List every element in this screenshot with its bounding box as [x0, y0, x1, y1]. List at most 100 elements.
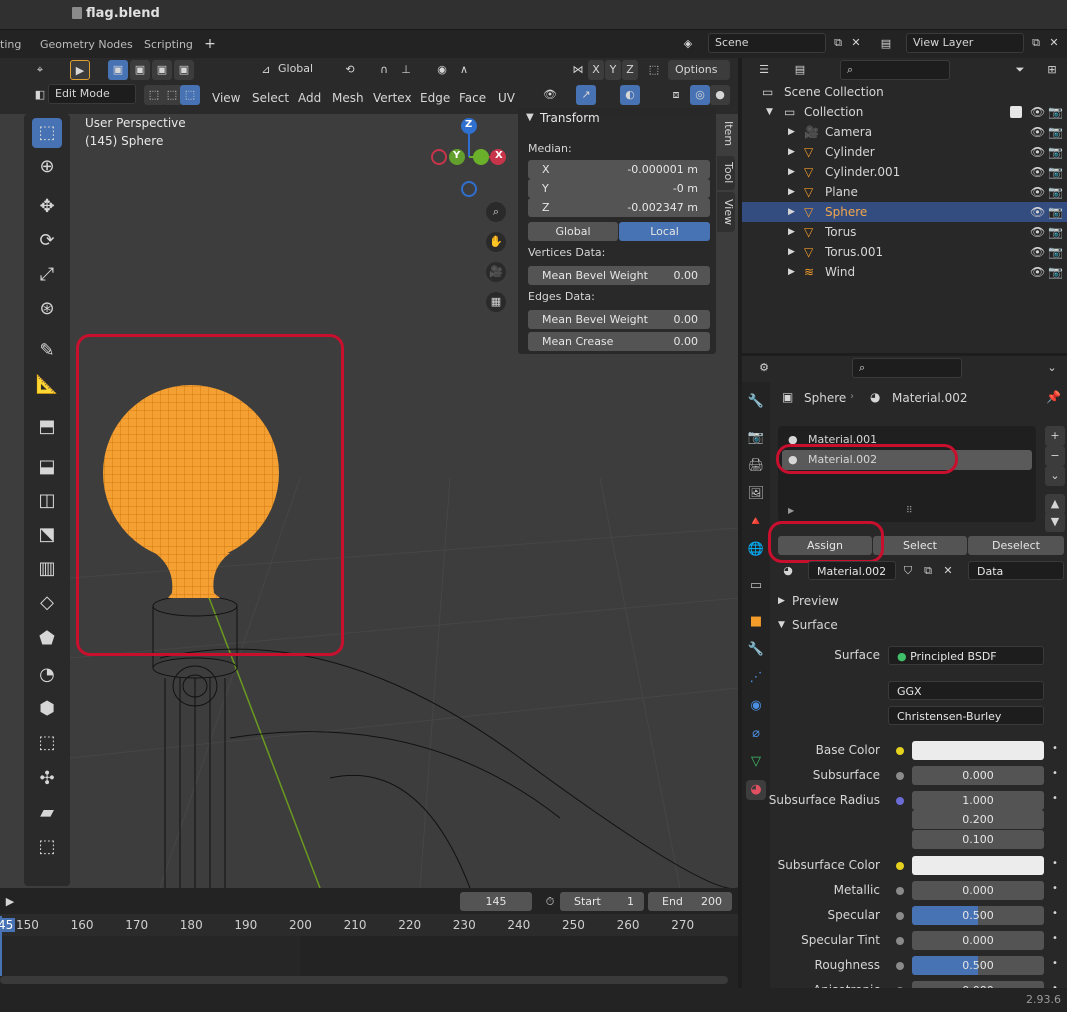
prop-field-subsurface-radius[interactable]: 1.000	[912, 791, 1044, 810]
view-layer-field[interactable]: View Layer	[906, 33, 1024, 53]
median-y-field[interactable]: Y -0 m	[528, 179, 710, 198]
menu-view[interactable]: View	[208, 88, 244, 108]
wireframe-shading-icon[interactable]: ◎	[690, 85, 710, 105]
keyframe-dot-icon[interactable]: •	[1052, 933, 1058, 944]
outliner-row-plane[interactable]: ▶ ▽ Plane 👁 📷	[742, 182, 1067, 202]
overlay-toggle-icon[interactable]: ◐	[620, 85, 640, 105]
face-select-icon[interactable]: ⬚	[180, 85, 200, 105]
extrude-tool-icon[interactable]: ⬓	[32, 452, 62, 482]
rip-tool-icon[interactable]: ⬚	[32, 832, 62, 862]
render-camera-icon[interactable]: 📷	[1048, 122, 1063, 142]
menu-mesh[interactable]: Mesh	[328, 88, 368, 108]
scene-tab-icon[interactable]: 🔺	[746, 512, 766, 532]
keyframe-dot-icon[interactable]: •	[1052, 793, 1058, 804]
axis-x-toggle[interactable]: X	[588, 60, 604, 80]
subsurface-method-dropdown[interactable]: Christensen-Burley	[888, 706, 1044, 725]
render-camera-icon[interactable]: 📷	[1048, 202, 1063, 222]
menu-edge[interactable]: Edge	[416, 88, 454, 108]
proportional-icon[interactable]: ◉	[432, 60, 452, 80]
annotate-tool-icon[interactable]: ✎	[32, 336, 62, 366]
pivot-icon[interactable]: ⟲	[340, 60, 360, 80]
end-frame-field[interactable]: End 200	[648, 892, 732, 911]
remove-slot-icon[interactable]: −	[1045, 446, 1065, 466]
start-frame-field[interactable]: Start 1	[560, 892, 644, 911]
select-invert-icon[interactable]: ▣	[174, 60, 194, 80]
expand-arrow-icon[interactable]: ▶	[788, 142, 795, 162]
mean-crease-field[interactable]: Mean Crease 0.00	[528, 332, 710, 351]
timeline-scrollbar[interactable]	[0, 976, 728, 984]
tab-geometry-nodes[interactable]: Geometry Nodes	[34, 36, 139, 54]
outliner-row-torus-001[interactable]: ▶ ▽ Torus.001 👁 📷	[742, 242, 1067, 262]
add-slot-icon[interactable]: +	[1045, 426, 1065, 446]
scene-close-icon[interactable]: ✕	[846, 33, 866, 53]
tab-view[interactable]: View	[717, 192, 735, 232]
view-layer-icon[interactable]: ▤	[876, 34, 896, 54]
keyframe-dot-icon[interactable]: •	[1052, 858, 1058, 869]
falloff-icon[interactable]: ∧	[454, 60, 474, 80]
editor-type-icon[interactable]: ⌖	[30, 60, 50, 80]
add-workspace-icon[interactable]: +	[200, 34, 220, 54]
add-cube-tool-icon[interactable]: ⬒	[32, 412, 62, 442]
prop-field-metallic[interactable]: 0.000	[912, 881, 1044, 900]
link-dropdown[interactable]: Data	[968, 561, 1064, 580]
median-x-field[interactable]: X -0.000001 m	[528, 160, 710, 179]
prop-field-subsurface-color[interactable]	[912, 856, 1044, 875]
3d-viewport[interactable]: ⌖ ▶ ▣ ▣ ▣ ▣ ⊿ Global ⟲ ∩ ⊥ ◉ ∧ ⋈ X Y Z ⬚…	[0, 58, 738, 888]
menu-vertex[interactable]: Vertex	[369, 88, 416, 108]
surface-arrow-icon[interactable]: ▼	[778, 620, 785, 630]
tab-scripting[interactable]: Scripting	[138, 36, 199, 54]
current-frame-field[interactable]: 145	[460, 892, 532, 911]
move-up-icon[interactable]: ▲	[1045, 494, 1065, 514]
expand-arrow-icon[interactable]: ▶	[788, 222, 795, 242]
visibility-icon[interactable]: 👁	[540, 85, 560, 105]
select-box-tool-icon[interactable]: ⬚	[32, 118, 62, 148]
render-camera-icon[interactable]: 📷	[1048, 182, 1063, 202]
properties-editor-icon[interactable]: ⚙	[754, 358, 774, 378]
outliner-row-cylinder[interactable]: ▶ ▽ Cylinder 👁 📷	[742, 142, 1067, 162]
keyframe-dot-icon[interactable]: •	[1052, 958, 1058, 969]
snap-icon[interactable]: ∩	[374, 60, 394, 80]
prop-field-specular[interactable]: 0.500	[912, 906, 1044, 925]
pan-hand-icon[interactable]: ✋	[486, 232, 506, 252]
render-camera-icon[interactable]: 📷	[1048, 222, 1063, 242]
socket-dot-icon[interactable]	[896, 747, 904, 755]
display-mode-icon[interactable]: ▤	[790, 60, 810, 80]
outliner-editor-icon[interactable]: ☰	[754, 60, 774, 80]
auto-merge-icon[interactable]: ⬚	[644, 60, 664, 80]
inset-tool-icon[interactable]: ◫	[32, 486, 62, 516]
deselect-button[interactable]: Deselect	[968, 536, 1064, 555]
transform-tool-icon[interactable]: ⊛	[32, 294, 62, 324]
prop-field-radius-component[interactable]: 0.200	[912, 810, 1044, 829]
eye-icon[interactable]: 👁	[1030, 102, 1045, 122]
axis-y-toggle[interactable]: Y	[605, 60, 621, 80]
eye-icon[interactable]: 👁	[1030, 182, 1045, 202]
preview-section[interactable]: Preview	[792, 594, 839, 608]
tab-item[interactable]: Item	[717, 114, 735, 154]
prop-field-radius-component[interactable]: 0.100	[912, 830, 1044, 849]
tab-shading[interactable]: ting	[0, 36, 27, 54]
view-layer-copy-icon[interactable]: ⧉	[1026, 33, 1046, 53]
select-extend-icon[interactable]: ▣	[130, 60, 150, 80]
render-camera-icon[interactable]: 📷	[1048, 162, 1063, 182]
mirror-icon[interactable]: ⋈	[568, 60, 588, 80]
duplicate-material-icon[interactable]: ⧉	[918, 561, 938, 581]
socket-dot-icon[interactable]	[896, 887, 904, 895]
global-toggle[interactable]: Global	[528, 222, 618, 241]
view-layer-close-icon[interactable]: ✕	[1044, 33, 1064, 53]
collapse-arrow-icon[interactable]: ▼	[526, 112, 534, 123]
render-tab-icon[interactable]: 📷	[746, 428, 766, 448]
scene-collection-row[interactable]: ▭ Scene Collection	[742, 82, 1067, 102]
pin-icon[interactable]: 📌	[1046, 390, 1061, 404]
gizmo-toggle-icon[interactable]: ↗	[576, 85, 596, 105]
rotate-tool-icon[interactable]: ⟳	[32, 226, 62, 256]
keyframe-dot-icon[interactable]: •	[1052, 908, 1058, 919]
fake-user-icon[interactable]: ⛉	[898, 561, 918, 581]
outliner-search[interactable]: ⌕	[840, 60, 950, 80]
shear-tool-icon[interactable]: ▰	[32, 798, 62, 828]
eye-icon[interactable]: 👁	[1030, 122, 1045, 142]
ortho-toggle-icon[interactable]: ▦	[486, 292, 506, 312]
axis-z-toggle[interactable]: Z	[622, 60, 638, 80]
filter-icon[interactable]: ⏷	[1010, 60, 1030, 80]
list-resize-handle[interactable]: ⠿	[906, 506, 913, 516]
smooth-tool-icon[interactable]: ⬢	[32, 694, 62, 724]
